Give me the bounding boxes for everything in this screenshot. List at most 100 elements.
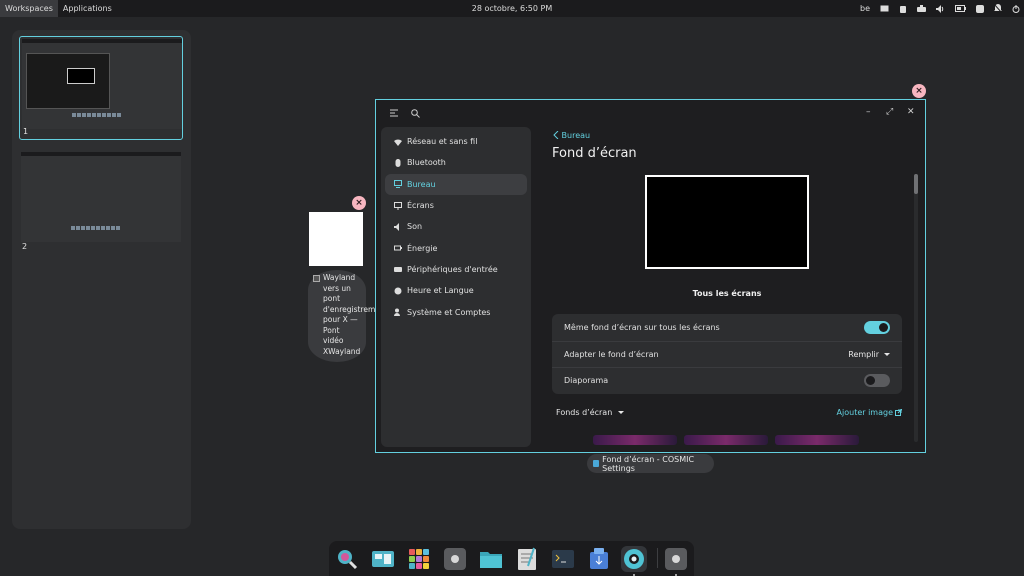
- sidebar-item-label: Heure et Langue: [407, 286, 474, 296]
- workspace-preview: [22, 39, 182, 129]
- battery-icon[interactable]: [955, 5, 966, 12]
- close-icon[interactable]: ×: [912, 84, 926, 98]
- breadcrumb[interactable]: Bureau: [553, 130, 591, 140]
- wallpaper-thumbnails: [593, 435, 859, 445]
- speaker-icon: [394, 222, 399, 231]
- slideshow-label: Diaporama: [564, 376, 609, 386]
- keyboard-icon: [394, 267, 402, 273]
- window-title-text: Fond d’écran - COSMIC Settings: [602, 454, 695, 473]
- power-icon[interactable]: [1012, 4, 1020, 13]
- system-tray: be: [860, 0, 1020, 17]
- sidebar-item-label: Périphériques d'entrée: [407, 264, 498, 274]
- dropdown-value: Remplir: [848, 349, 879, 359]
- xwayland-window[interactable]: [309, 212, 363, 266]
- cosmic-settings-active-icon[interactable]: [621, 546, 647, 576]
- chevron-down-icon: [618, 411, 625, 414]
- files-app-icon[interactable]: [478, 546, 504, 572]
- close-icon[interactable]: ×: [352, 196, 366, 210]
- wifi-icon: [394, 139, 402, 146]
- battery-icon: [394, 245, 402, 251]
- dock-separator: [657, 548, 658, 568]
- app-icon: [313, 275, 320, 282]
- sidebar-item-label: Écrans: [407, 201, 434, 211]
- store-icon[interactable]: [586, 546, 612, 572]
- settings-app-icon[interactable]: [442, 546, 468, 572]
- mini-top-panel: [21, 152, 181, 156]
- workspace-number: 2: [22, 242, 28, 251]
- text-editor-icon[interactable]: [514, 546, 540, 572]
- wallpaper-preview: [645, 175, 809, 269]
- mini-top-panel: [22, 39, 182, 43]
- dock: [329, 541, 694, 576]
- display-selector-label[interactable]: Tous les écrans: [546, 289, 908, 298]
- sidebar-item-label: Énergie: [407, 243, 438, 253]
- adapt-wallpaper-dropdown[interactable]: Remplir: [848, 350, 890, 359]
- network-icon[interactable]: [917, 4, 926, 13]
- app-library-icon[interactable]: [406, 546, 432, 572]
- chevron-down-icon: [884, 352, 890, 356]
- slideshow-row: Diaporama: [552, 367, 902, 394]
- sidebar-item-heure-langue[interactable]: Heure et Langue: [385, 280, 527, 301]
- mini-settings-window: [26, 53, 110, 109]
- terminal-icon[interactable]: [550, 546, 576, 572]
- sidebar-item-label: Son: [407, 222, 423, 232]
- sidebar-item-label: Système et Comptes: [407, 307, 491, 317]
- window-header: – ⤢ ✕: [376, 100, 925, 128]
- adapt-wallpaper-label: Adapter le fond d’écran: [564, 349, 659, 359]
- search-app-icon[interactable]: [334, 546, 360, 572]
- wallpaper-category-dropdown[interactable]: Fonds d’écran: [556, 408, 625, 417]
- settings-window: – ⤢ ✕ Réseau et sans fil Bluetooth Burea…: [375, 99, 926, 453]
- screen-icon[interactable]: [880, 5, 889, 12]
- same-wallpaper-label: Même fond d’écran sur tous les écrans: [564, 322, 720, 332]
- do-not-disturb-icon[interactable]: [994, 4, 1002, 13]
- add-image-button[interactable]: Ajouter image: [837, 408, 902, 417]
- minimize-button[interactable]: –: [866, 107, 871, 117]
- cosmic-settings-icon: [593, 460, 600, 467]
- sidebar-item-peripheriques[interactable]: Périphériques d'entrée: [385, 259, 527, 280]
- keyboard-layout-indicator[interactable]: be: [860, 4, 870, 13]
- sidebar-toggle-icon[interactable]: [390, 109, 398, 117]
- settings-content: Bureau Fond d’écran Tous les écrans Même…: [546, 127, 916, 447]
- sidebar-item-ecrans[interactable]: Écrans: [385, 195, 527, 216]
- slideshow-toggle[interactable]: [864, 374, 890, 388]
- sidebar-item-bureau[interactable]: Bureau: [385, 173, 527, 195]
- workspace-thumbnail-1[interactable]: 1: [19, 36, 183, 140]
- scrollbar-thumb[interactable]: [914, 174, 918, 194]
- wallpaper-thumbnail[interactable]: [684, 435, 768, 445]
- sidebar-item-bluetooth[interactable]: Bluetooth: [385, 152, 527, 173]
- mini-dock: [71, 226, 120, 230]
- xwayland-window-label[interactable]: Wayland vers un pont d'enregistrement po…: [308, 270, 388, 362]
- add-image-label: Ajouter image: [836, 408, 893, 417]
- wallpaper-thumbnail[interactable]: [593, 435, 677, 445]
- same-wallpaper-row: Même fond d’écran sur tous les écrans: [552, 314, 902, 341]
- clipboard-icon[interactable]: [899, 5, 907, 13]
- sidebar-item-son[interactable]: Son: [385, 216, 527, 237]
- mini-preview: [67, 68, 95, 84]
- sidebar-item-systeme[interactable]: Système et Comptes: [385, 301, 527, 322]
- wallpaper-thumbnail[interactable]: [775, 435, 859, 445]
- workspace-thumbnail-2[interactable]: 2: [19, 150, 183, 254]
- external-link-icon: [895, 409, 902, 416]
- sidebar-item-energie[interactable]: Énergie: [385, 237, 527, 258]
- mini-dock: [72, 113, 121, 117]
- breadcrumb-label: Bureau: [561, 131, 591, 140]
- settings-secondary-icon[interactable]: [663, 546, 689, 576]
- bluetooth-icon: [395, 158, 401, 167]
- maximize-button[interactable]: ⤢: [886, 107, 893, 117]
- notifications-icon[interactable]: [976, 4, 984, 13]
- volume-icon[interactable]: [936, 4, 945, 13]
- sidebar-item-label: Bluetooth: [407, 158, 446, 168]
- search-icon[interactable]: [411, 109, 420, 118]
- adapt-wallpaper-row: Adapter le fond d’écran Remplir: [552, 340, 902, 368]
- display-icon: [394, 201, 402, 210]
- close-window-button[interactable]: ✕: [907, 107, 915, 117]
- scrollbar[interactable]: [914, 174, 918, 442]
- workspace-number: 1: [23, 127, 29, 136]
- same-wallpaper-toggle[interactable]: [864, 320, 890, 334]
- chevron-left-icon: [553, 130, 559, 140]
- window-title-label[interactable]: Fond d’écran - COSMIC Settings: [587, 454, 714, 473]
- workspace-overview-icon[interactable]: [370, 546, 396, 572]
- sidebar-item-network[interactable]: Réseau et sans fil: [385, 131, 527, 152]
- top-panel: Workspaces Applications 28 octobre, 6:50…: [0, 0, 1024, 17]
- monitor-icon: [394, 180, 402, 189]
